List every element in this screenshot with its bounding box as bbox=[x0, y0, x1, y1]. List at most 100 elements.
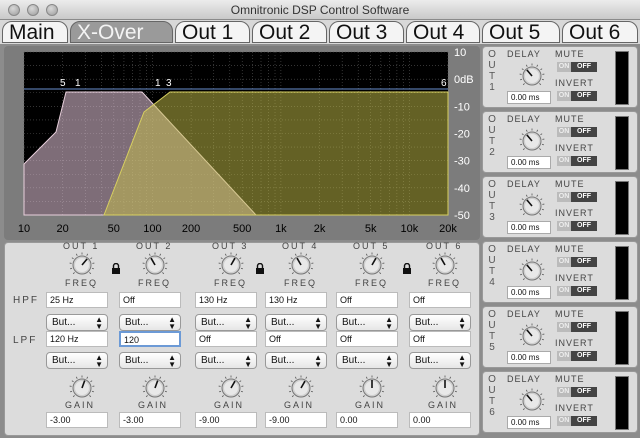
delay-knob[interactable] bbox=[519, 63, 545, 89]
tab-out-4[interactable]: Out 4 bbox=[406, 21, 480, 43]
tab-out-1[interactable]: Out 1 bbox=[175, 21, 250, 43]
freq-knob[interactable] bbox=[142, 252, 168, 278]
mute-label: MUTE bbox=[555, 114, 585, 124]
gain-value-field[interactable]: -3.00 bbox=[119, 412, 181, 428]
lpf-type-select[interactable]: But... ▲ ▼ bbox=[265, 352, 327, 369]
lpf-frequency-field[interactable]: 120 bbox=[119, 331, 181, 347]
lpf-type-select[interactable]: But... ▲ ▼ bbox=[46, 352, 108, 369]
gain-value-field[interactable]: -9.00 bbox=[195, 412, 257, 428]
tab-x-over[interactable]: X-Over bbox=[70, 21, 173, 43]
gain-knob[interactable] bbox=[69, 375, 95, 401]
lpf-type-value: But... bbox=[125, 355, 149, 366]
gain-value-field[interactable]: 0.00 bbox=[336, 412, 398, 428]
freq-knob[interactable] bbox=[359, 252, 385, 278]
select-arrows-icon: ▲ ▼ bbox=[95, 315, 103, 331]
gain-knob[interactable] bbox=[432, 375, 458, 401]
hpf-frequency-field[interactable]: 130 Hz bbox=[195, 292, 257, 308]
hpf-frequency-field[interactable]: 25 Hz bbox=[46, 292, 108, 308]
freq-knob[interactable] bbox=[288, 252, 314, 278]
hpf-type-select[interactable]: But... ▲ ▼ bbox=[119, 314, 181, 331]
title-bar: Omnitronic DSP Control Software bbox=[0, 0, 640, 20]
tab-out-3[interactable]: Out 3 bbox=[329, 21, 404, 43]
output-vertical-label: OUT3 bbox=[488, 179, 496, 223]
hpf-type-select[interactable]: But... ▲ ▼ bbox=[46, 314, 108, 331]
level-meter bbox=[615, 311, 629, 365]
lpf-frequency-field[interactable]: Off bbox=[336, 331, 398, 347]
mute-label: MUTE bbox=[555, 309, 585, 319]
gain-knob[interactable] bbox=[218, 375, 244, 401]
hpf-frequency-field[interactable]: 130 Hz bbox=[265, 292, 327, 308]
y-tick-label: -40 bbox=[454, 183, 470, 195]
mute-toggle[interactable]: ON OFF bbox=[557, 257, 597, 267]
lock-icon[interactable] bbox=[255, 261, 265, 274]
tab-main[interactable]: Main bbox=[2, 21, 68, 43]
gain-knob[interactable] bbox=[142, 375, 168, 401]
mute-toggle[interactable]: ON OFF bbox=[557, 387, 597, 397]
invert-toggle[interactable]: ON OFF bbox=[557, 221, 597, 231]
x-tick-label: 2k bbox=[314, 223, 326, 235]
gain-knob[interactable] bbox=[359, 375, 385, 401]
tab-out-5[interactable]: Out 5 bbox=[482, 21, 560, 43]
lock-icon[interactable] bbox=[402, 261, 412, 274]
delay-value-field[interactable]: 0.00 ms bbox=[507, 156, 551, 169]
delay-value-field[interactable]: 0.00 ms bbox=[507, 91, 551, 104]
hpf-frequency-field[interactable]: Off bbox=[409, 292, 471, 308]
lpf-type-select[interactable]: But... ▲ ▼ bbox=[119, 352, 181, 369]
lpf-type-select[interactable]: But... ▲ ▼ bbox=[336, 352, 398, 369]
gain-value-field[interactable]: 0.00 bbox=[409, 412, 471, 428]
invert-toggle[interactable]: ON OFF bbox=[557, 156, 597, 166]
delay-knob[interactable] bbox=[519, 258, 545, 284]
tab-out-2[interactable]: Out 2 bbox=[252, 21, 327, 43]
hpf-type-select[interactable]: But... ▲ ▼ bbox=[336, 314, 398, 331]
output-name-label: OUT 4 bbox=[282, 241, 319, 251]
lpf-type-select[interactable]: But... ▲ ▼ bbox=[409, 352, 471, 369]
delay-knob[interactable] bbox=[519, 323, 545, 349]
delay-value-field[interactable]: 0.00 ms bbox=[507, 351, 551, 364]
mute-off: OFF bbox=[571, 62, 597, 72]
lpf-frequency-field[interactable]: Off bbox=[265, 331, 327, 347]
freq-label: FREQ bbox=[428, 278, 462, 288]
freq-knob[interactable] bbox=[69, 252, 95, 278]
delay-value-field[interactable]: 0.00 ms bbox=[507, 286, 551, 299]
lock-icon[interactable] bbox=[111, 261, 121, 274]
invert-toggle[interactable]: ON OFF bbox=[557, 91, 597, 101]
invert-toggle[interactable]: ON OFF bbox=[557, 416, 597, 426]
lpf-frequency-field[interactable]: Off bbox=[409, 331, 471, 347]
tab-out-6[interactable]: Out 6 bbox=[562, 21, 638, 43]
gain-value-field[interactable]: -3.00 bbox=[46, 412, 108, 428]
gain-label: GAIN bbox=[65, 400, 96, 410]
mute-off: OFF bbox=[571, 322, 597, 332]
lpf-type-select[interactable]: But... ▲ ▼ bbox=[195, 352, 257, 369]
mute-toggle[interactable]: ON OFF bbox=[557, 62, 597, 72]
delay-knob[interactable] bbox=[519, 388, 545, 414]
output-vertical-label: OUT6 bbox=[488, 374, 496, 418]
delay-knob[interactable] bbox=[519, 193, 545, 219]
hpf-row-label: HPF bbox=[13, 295, 39, 306]
mute-toggle[interactable]: ON OFF bbox=[557, 192, 597, 202]
freq-knob[interactable] bbox=[432, 252, 458, 278]
x-tick-label: 10 bbox=[18, 223, 30, 235]
mute-toggle[interactable]: ON OFF bbox=[557, 127, 597, 137]
hpf-type-select[interactable]: But... ▲ ▼ bbox=[195, 314, 257, 331]
invert-toggle[interactable]: ON OFF bbox=[557, 286, 597, 296]
mute-toggle[interactable]: ON OFF bbox=[557, 322, 597, 332]
hpf-frequency-field[interactable]: Off bbox=[119, 292, 181, 308]
gain-knob[interactable] bbox=[288, 375, 314, 401]
delay-knob[interactable] bbox=[519, 128, 545, 154]
hpf-type-select[interactable]: But... ▲ ▼ bbox=[409, 314, 471, 331]
mute-off: OFF bbox=[571, 192, 597, 202]
delay-value-field[interactable]: 0.00 ms bbox=[507, 416, 551, 429]
hpf-frequency-field[interactable]: Off bbox=[336, 292, 398, 308]
x-tick-label: 20k bbox=[439, 223, 457, 235]
lpf-frequency-field[interactable]: Off bbox=[195, 331, 257, 347]
lpf-frequency-field[interactable]: 120 Hz bbox=[46, 331, 108, 347]
delay-value-field[interactable]: 0.00 ms bbox=[507, 221, 551, 234]
highpass-curve bbox=[103, 91, 449, 216]
hpf-type-select[interactable]: But... ▲ ▼ bbox=[265, 314, 327, 331]
invert-toggle[interactable]: ON OFF bbox=[557, 351, 597, 361]
gain-value-field[interactable]: -9.00 bbox=[265, 412, 327, 428]
freq-knob[interactable] bbox=[218, 252, 244, 278]
mute-on: ON bbox=[557, 127, 571, 137]
marker-1a: 1 bbox=[75, 78, 81, 89]
mute-off: OFF bbox=[571, 387, 597, 397]
